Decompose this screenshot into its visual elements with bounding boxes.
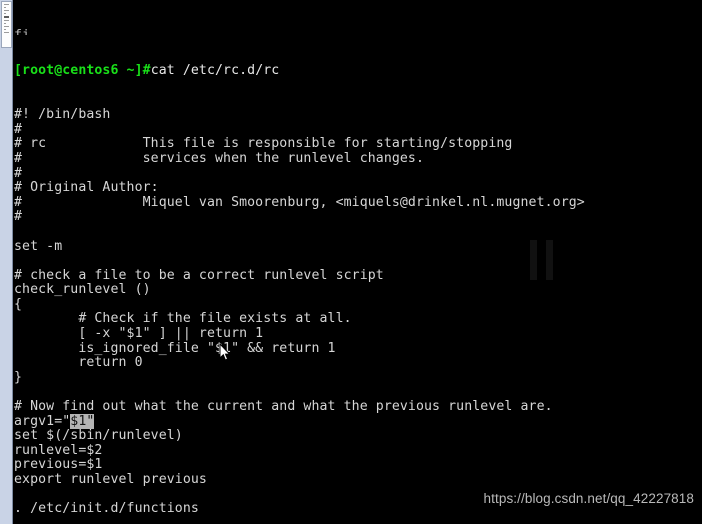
terminal-line: return 0	[14, 355, 143, 371]
thumbnail-line	[4, 20, 9, 21]
shell-command: cat /etc/rc.d/rc	[150, 63, 280, 79]
terminal-line: }	[14, 369, 23, 385]
terminal-screen: fi [root@centos6 ~]#cat /etc/rc.d/rc #! …	[0, 0, 702, 524]
thumbnail-line	[4, 26, 9, 27]
selection-prefix: argv1="	[14, 413, 71, 429]
terminal-line: # Original Author:	[14, 180, 159, 196]
pause-bar-right	[546, 240, 553, 280]
terminal-line: set $(/sbin/runlevel)	[14, 428, 183, 444]
terminal-line: #	[14, 209, 23, 225]
terminal-line: #! /bin/bash	[14, 107, 111, 123]
terminal-line: # Check if the file exists at all.	[14, 311, 352, 327]
terminal-line: {	[14, 296, 23, 312]
terminal-line: export runlevel previous	[14, 472, 207, 487]
terminal-line: [ -x "$1" ] || return 1	[14, 326, 264, 342]
terminal-body-lines: #! /bin/bash # # rc This file is responsib…	[14, 108, 702, 524]
terminal-line: runlevel=$2	[14, 442, 103, 458]
terminal-line: # check a file to be a correct runlevel …	[14, 267, 384, 283]
terminal-line: # Now find out what the current and what…	[14, 399, 553, 415]
terminal-line: # Miquel van Smoorenburg, <miquels@drink…	[14, 194, 585, 210]
shell-prompt: [root@centos6 ~]#	[14, 63, 151, 79]
thumbnail-line	[4, 16, 9, 18]
watermark-url: https://blog.csdn.net/qq_42227818	[483, 491, 694, 506]
selected-text[interactable]: $1"	[70, 413, 95, 429]
thumbnail-line	[4, 23, 6, 24]
terminal-line: check_runlevel ()	[14, 282, 151, 298]
terminal-line: # rc This file is responsible for starti…	[14, 136, 513, 152]
thumbnail-line	[4, 29, 6, 30]
thumbnail-line	[4, 4, 9, 5]
thumbnail-line	[4, 32, 9, 33]
terminal-output[interactable]: fi [root@centos6 ~]#cat /etc/rc.d/rc #! …	[14, 0, 702, 524]
terminal-line: is_ignored_file "$1" && return 1	[14, 340, 336, 356]
document-thumbnail-strip[interactable]	[0, 0, 13, 524]
terminal-line-selected: argv1="$1"	[14, 413, 702, 430]
terminal-line: previous=$1	[14, 457, 103, 473]
pause-icon	[530, 240, 554, 280]
thumbnail-line	[4, 10, 9, 11]
thumbnail-line	[4, 7, 6, 8]
terminal-clipped-line: fi	[14, 29, 702, 35]
terminal-line: set -m	[14, 238, 63, 254]
pause-bar-left	[530, 240, 537, 280]
terminal-line: #	[14, 165, 23, 181]
terminal-line: # services when the runlevel changes.	[14, 150, 425, 166]
thumbnail-page-preview[interactable]	[1, 1, 12, 48]
terminal-line: #	[14, 121, 23, 137]
terminal-prompt-line: [root@centos6 ~]#cat /etc/rc.d/rc	[14, 64, 702, 79]
thumbnail-line	[4, 13, 6, 14]
